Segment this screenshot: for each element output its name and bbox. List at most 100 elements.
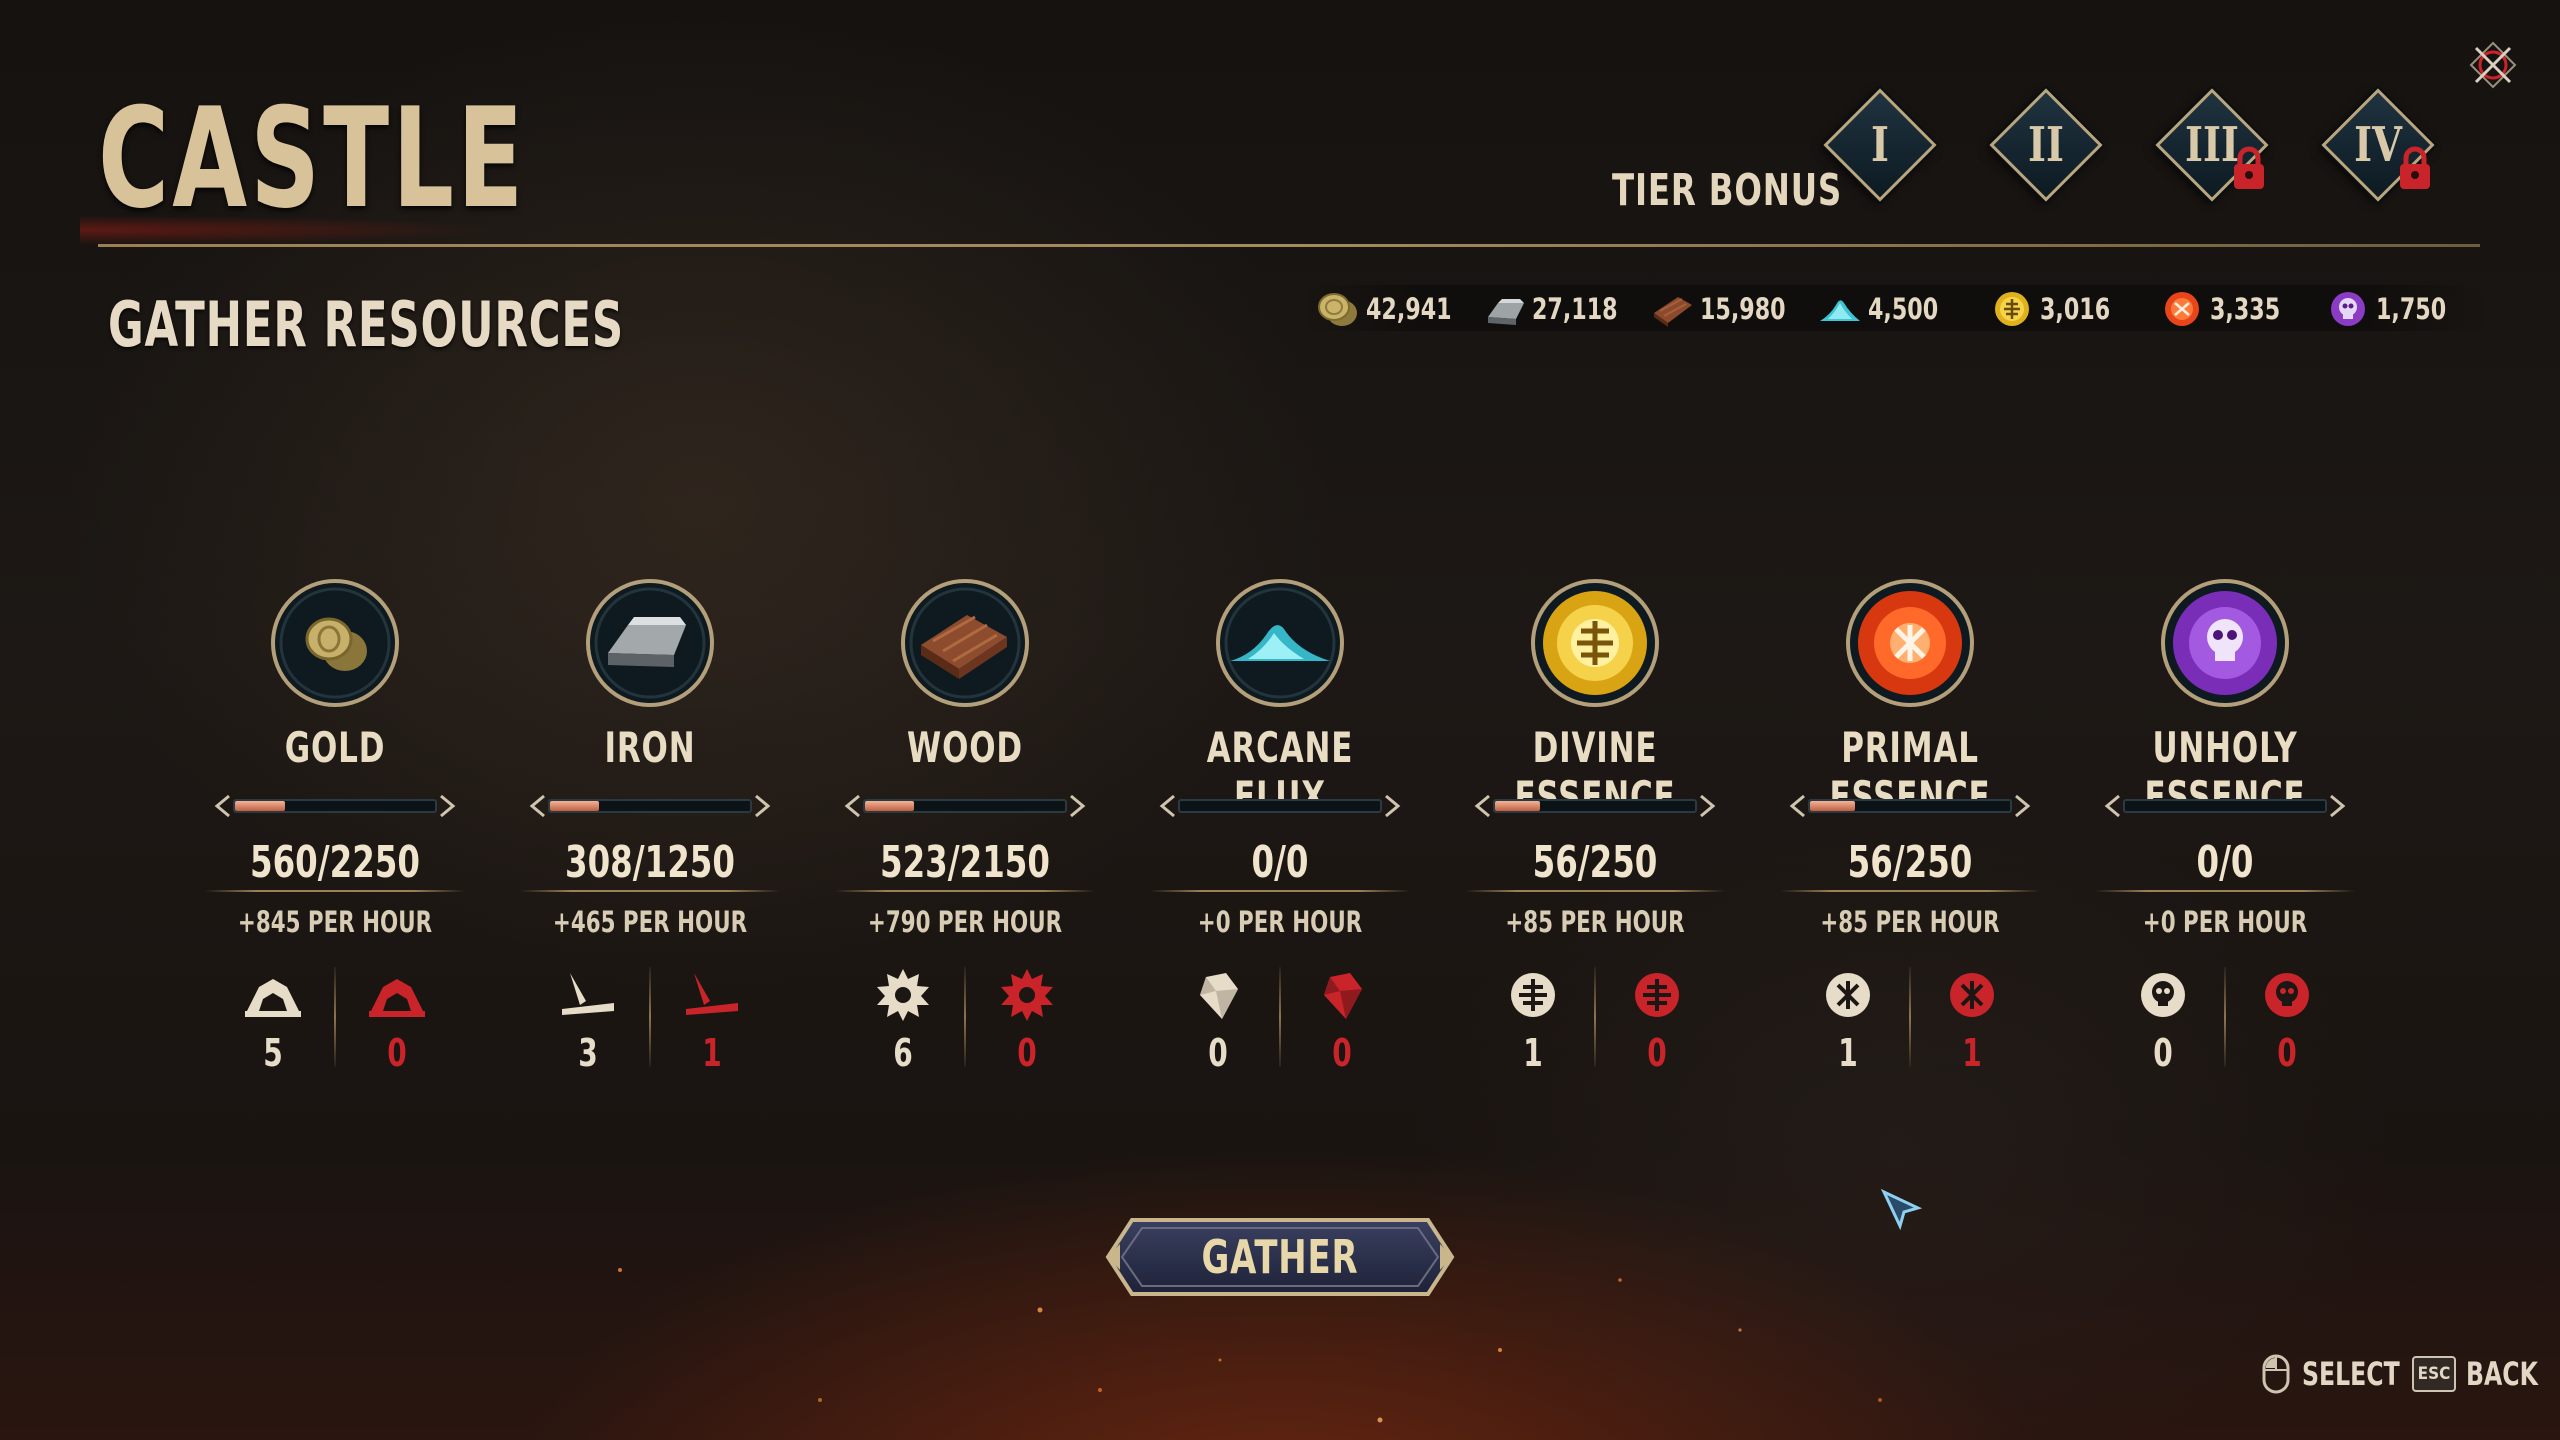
bar-cap-left — [1159, 794, 1175, 818]
currency-value: 4,500 — [1868, 292, 1939, 326]
currency-value: 27,118 — [1532, 292, 1618, 326]
worker-count: 0 — [1332, 1031, 1352, 1075]
gather-button-label: GATHER — [1201, 1230, 1359, 1284]
resource-divider — [205, 890, 465, 892]
select-label: SELECT — [2302, 1355, 2400, 1393]
resource-progress-bar — [2103, 790, 2347, 822]
bar-cap-left — [214, 794, 230, 818]
resource-name: IRON — [604, 723, 696, 772]
disabled-workers[interactable]: 0 — [1607, 965, 1707, 1075]
worker-count: 3 — [578, 1031, 598, 1075]
bar-cap-right — [1700, 794, 1716, 818]
cursor-arrow-icon — [1880, 1188, 1922, 1230]
bar-cap-right — [1070, 794, 1086, 818]
resource-rate: +790 PER HOUR — [867, 905, 1063, 939]
resource-divider — [2095, 890, 2355, 892]
tier-numeral: I — [1871, 117, 1889, 173]
tier-4-badge[interactable]: IV — [2318, 85, 2438, 205]
resource-progress-bar — [843, 790, 1087, 822]
divine-essence-icon — [1531, 579, 1659, 707]
worker-count: 0 — [1647, 1031, 1667, 1075]
header-divider — [98, 244, 2480, 247]
lock-icon — [2400, 146, 2430, 189]
worker-count: 1 — [1962, 1031, 1982, 1075]
resource-divider — [835, 890, 1095, 892]
currency-arcane-flux: 4,500 — [1818, 286, 1951, 332]
tier-numeral: II — [2028, 117, 2064, 173]
iron-ingot-icon — [1488, 299, 1524, 325]
currency-iron: 27,118 — [1482, 286, 1633, 332]
active-workers[interactable]: 1 — [1483, 965, 1583, 1075]
bar-cap-left — [529, 794, 545, 818]
esc-key-icon: ESC — [2412, 1356, 2456, 1392]
bar-fill — [1810, 801, 1855, 811]
worker-divider — [334, 967, 336, 1067]
primal-sigil-icon — [1826, 973, 1870, 1017]
arcane-flux-icon — [1216, 579, 1344, 707]
active-workers[interactable]: 0 — [2113, 965, 2213, 1075]
resource-divider — [1465, 890, 1725, 892]
resource-progress-bar — [1788, 790, 2032, 822]
active-workers[interactable]: 1 — [1798, 965, 1898, 1075]
gather-button[interactable]: GATHER — [1102, 1214, 1458, 1300]
worker-divider — [1279, 967, 1281, 1067]
active-workers[interactable]: 0 — [1168, 965, 1268, 1075]
resource-rate: +85 PER HOUR — [1505, 905, 1685, 939]
disabled-workers[interactable]: 0 — [977, 965, 1077, 1075]
primal-sigil-icon — [1950, 973, 1994, 1017]
close-icon[interactable] — [2468, 40, 2518, 90]
disabled-workers[interactable]: 0 — [347, 965, 447, 1075]
tier-3-badge[interactable]: III — [2152, 85, 2272, 205]
currency-divine-essence: 3,016 — [1990, 286, 2123, 332]
worker-count: 5 — [263, 1031, 283, 1075]
disabled-workers[interactable]: 0 — [1292, 965, 1392, 1075]
resource-progress-bar — [1473, 790, 1717, 822]
currency-wood: 15,980 — [1650, 286, 1801, 332]
worker-divider — [964, 967, 966, 1067]
active-workers[interactable]: 3 — [538, 965, 638, 1075]
active-workers[interactable]: 6 — [853, 965, 953, 1075]
worker-count: 1 — [1523, 1031, 1543, 1075]
worker-count: 1 — [1838, 1031, 1858, 1075]
lock-icon — [2234, 146, 2264, 189]
bar-cap-right — [1385, 794, 1401, 818]
tier-bonus-label: TIER BONUS — [1612, 165, 1843, 216]
disabled-workers[interactable]: 1 — [662, 965, 762, 1075]
worker-count: 1 — [702, 1031, 722, 1075]
tier-1-badge[interactable]: I — [1820, 85, 1940, 205]
bar-fill — [865, 801, 914, 811]
resource-amount: 56/250 — [1532, 837, 1658, 888]
disabled-workers[interactable]: 1 — [1922, 965, 2022, 1075]
gold-coins-icon — [271, 579, 399, 707]
resource-rate: +465 PER HOUR — [552, 905, 748, 939]
resource-divider — [1780, 890, 2040, 892]
bar-cap-right — [2015, 794, 2031, 818]
select-hint[interactable]: SELECT — [2260, 1352, 2421, 1396]
resource-progress-bar — [528, 790, 772, 822]
currency-unholy-essence: 1,750 — [2326, 286, 2459, 332]
iron-ingot-icon — [586, 579, 714, 707]
active-workers[interactable]: 5 — [223, 965, 323, 1075]
crystal-icon — [1200, 973, 1238, 1019]
bar-cap-left — [1474, 794, 1490, 818]
unholy-essence-icon — [2161, 579, 2289, 707]
arcane-flux-icon — [1820, 300, 1860, 321]
bar-fill — [1495, 801, 1540, 811]
bar-cap-right — [755, 794, 771, 818]
bar-fill — [550, 801, 599, 811]
back-hint[interactable]: ESC BACK — [2412, 1352, 2554, 1396]
divine-sigil-icon — [1635, 973, 1679, 1017]
divine-essence-icon — [1995, 292, 2029, 326]
currency-gold: 42,941 — [1316, 286, 1467, 332]
worker-count: 0 — [1017, 1031, 1037, 1075]
anvil-icon — [686, 973, 738, 1015]
bar-cap-left — [2104, 794, 2120, 818]
currency-value: 42,941 — [1366, 292, 1452, 326]
tier-2-badge[interactable]: II — [1986, 85, 2106, 205]
bar-track — [2123, 799, 2327, 813]
currency-value: 1,750 — [2376, 292, 2447, 326]
resource-divider — [1150, 890, 1410, 892]
saw-blade-icon — [877, 969, 929, 1021]
worker-divider — [649, 967, 651, 1067]
disabled-workers[interactable]: 0 — [2237, 965, 2337, 1075]
